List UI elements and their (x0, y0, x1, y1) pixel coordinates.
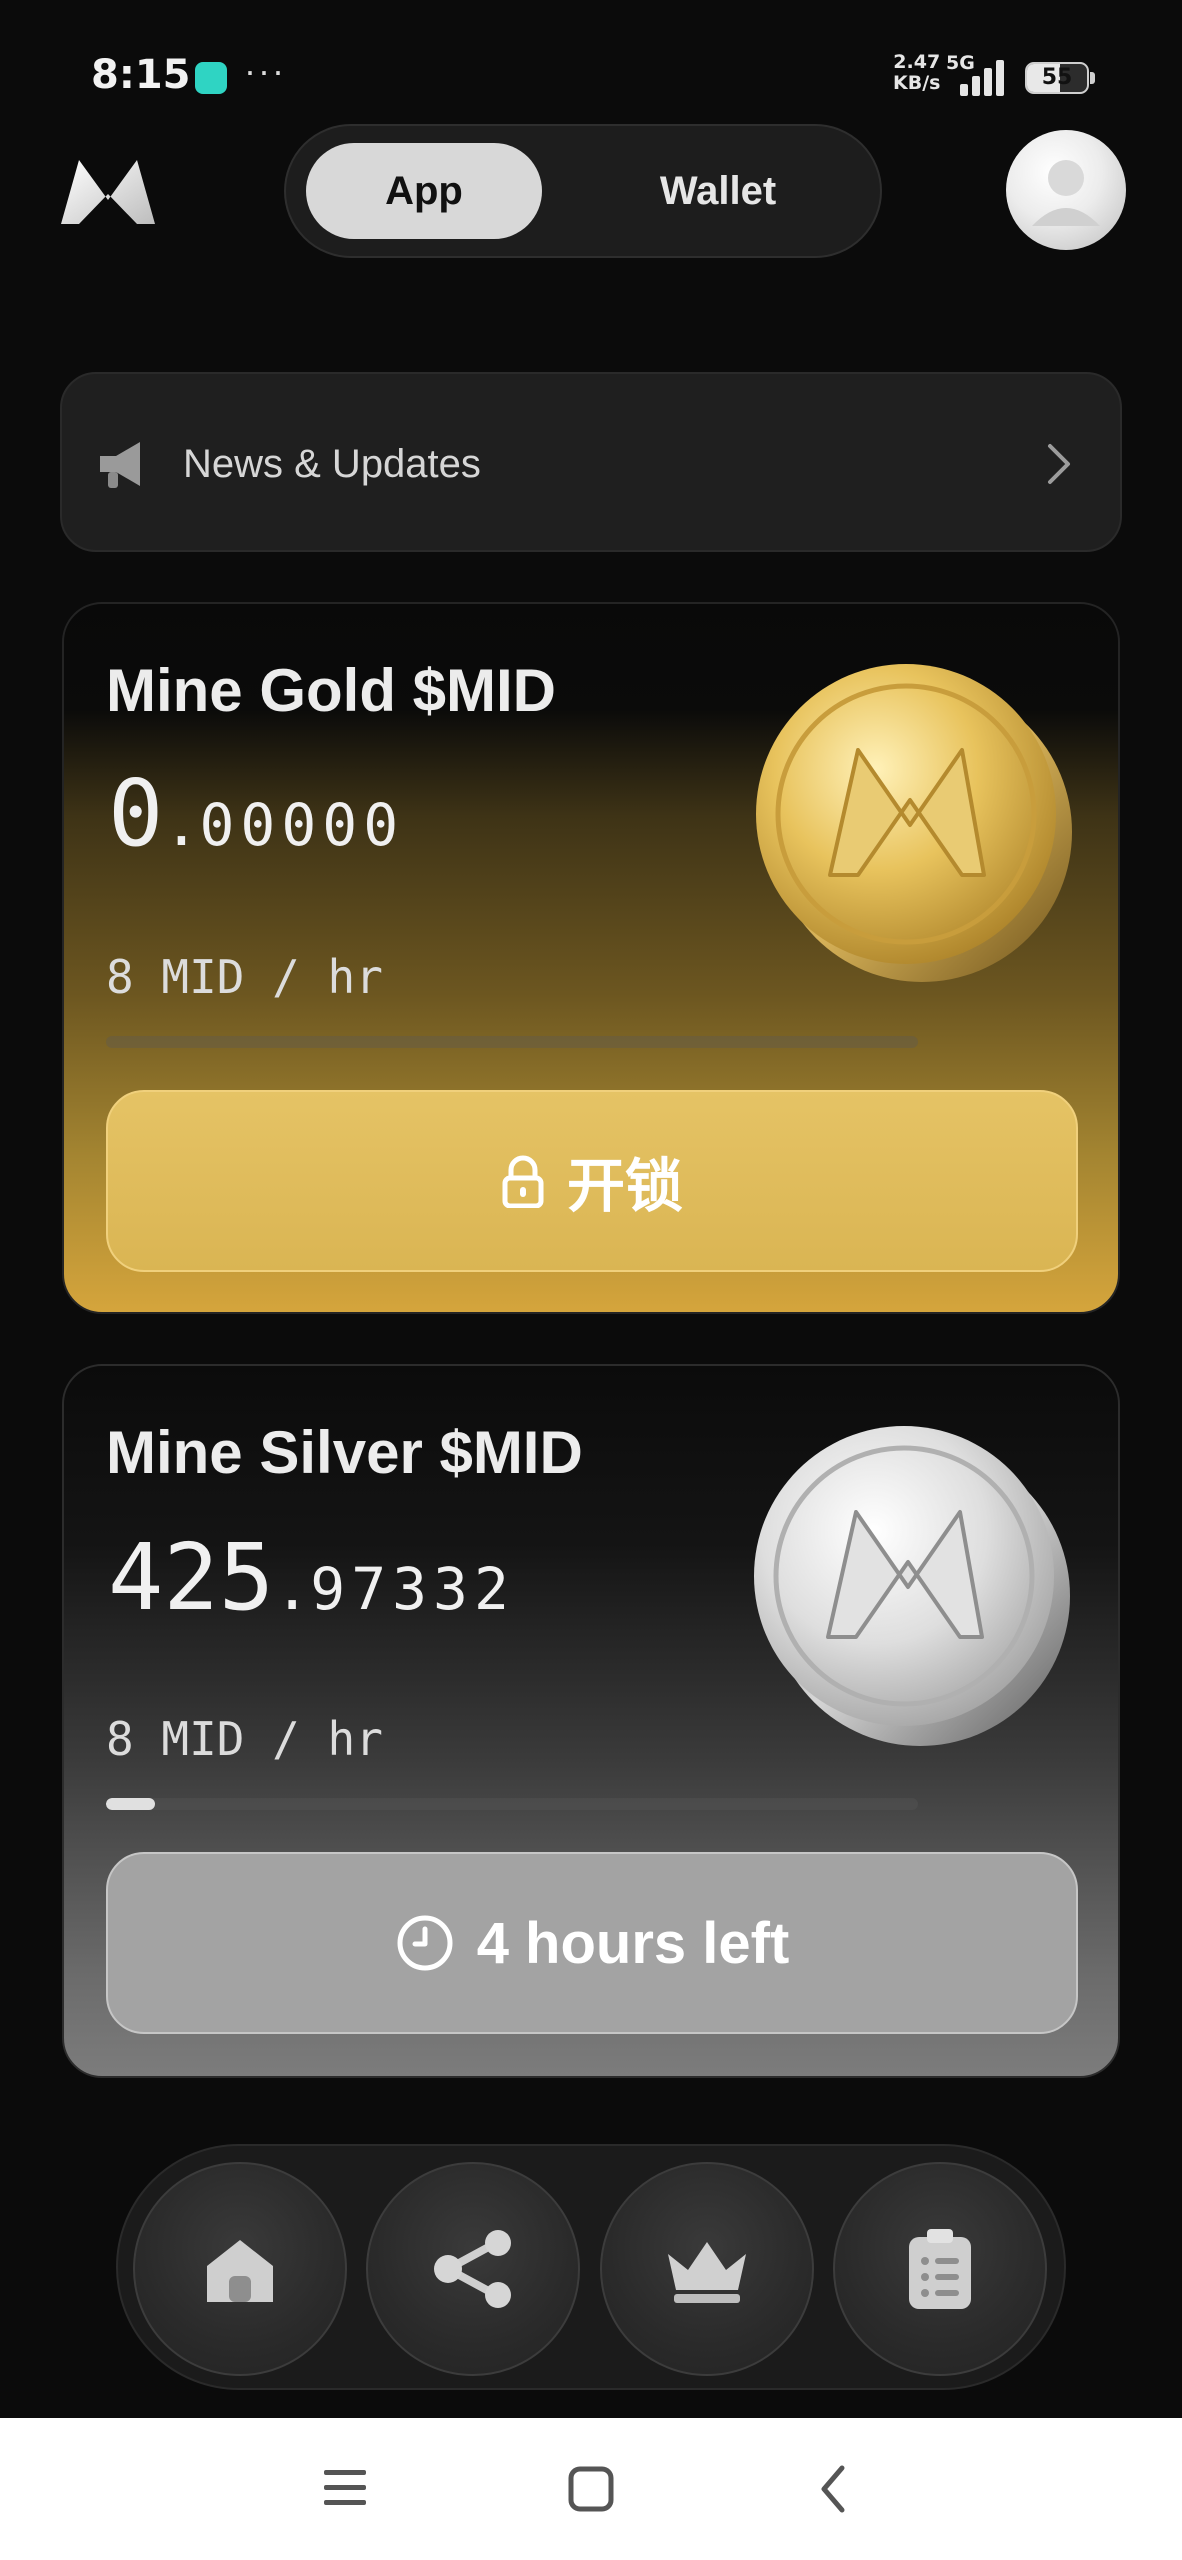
network-speed-unit: KB/s (893, 72, 941, 94)
news-label: News & Updates (183, 442, 481, 486)
gold-balance-integer: 0 (108, 760, 164, 867)
signal-icon (960, 60, 1004, 96)
time-left-label: 4 hours left (476, 1910, 790, 1976)
tab-app[interactable]: App (306, 143, 542, 239)
clock-icon (397, 1915, 453, 1971)
gold-mining-rate: 8 MID / hr (106, 950, 383, 1004)
megaphone-icon (100, 442, 140, 488)
unlock-button[interactable]: 开锁 (106, 1090, 1078, 1272)
shopping-bag-icon (195, 62, 227, 94)
gold-coin-icon (756, 664, 1072, 982)
home-square-icon[interactable] (568, 2466, 614, 2512)
nav-share-button[interactable] (366, 2162, 580, 2376)
silver-balance-point: . (274, 1554, 311, 1624)
silver-card-title: Mine Silver $MID (106, 1419, 583, 1486)
clipboard-icon (909, 2229, 971, 2309)
back-icon[interactable] (818, 2464, 848, 2514)
status-time: 8:15 (91, 52, 191, 98)
mid-logo-icon[interactable] (55, 154, 161, 230)
silver-mining-rate: 8 MID / hr (106, 1712, 383, 1766)
silver-progress-fill (106, 1798, 155, 1810)
share-icon (434, 2230, 511, 2308)
battery-level: 55 (1041, 65, 1073, 90)
silver-progress-bar (106, 1798, 918, 1810)
chevron-right-icon[interactable] (1044, 442, 1074, 486)
gold-balance-decimals: 00000 (199, 791, 405, 859)
network-speed: 2.47 KB/s (893, 52, 940, 94)
menu-icon[interactable] (322, 2466, 368, 2510)
avatar[interactable] (1006, 130, 1126, 250)
nav-leaderboard-button[interactable] (600, 2162, 814, 2376)
battery-cap (1090, 72, 1095, 84)
network-speed-value: 2.47 (893, 51, 941, 73)
gold-balance: 0 . 00000 (108, 760, 404, 867)
battery-icon: 55 (1025, 62, 1089, 94)
time-left-button[interactable]: 4 hours left (106, 1852, 1078, 2034)
gold-progress-bar (106, 1036, 918, 1048)
more-notifications-icon: ··· (244, 50, 286, 91)
gold-balance-point: . (163, 790, 200, 860)
silver-coin-icon (754, 1426, 1070, 1746)
lock-icon (502, 1155, 544, 1208)
user-avatar-icon (1032, 160, 1100, 226)
unlock-button-label: 开锁 (566, 1154, 683, 1219)
silver-balance-decimals: 97332 (310, 1555, 515, 1623)
nav-tasks-button[interactable] (833, 2162, 1047, 2376)
nav-home-button[interactable] (133, 2162, 347, 2376)
silver-balance-integer: 425 (108, 1524, 275, 1631)
crown-icon (668, 2242, 746, 2303)
home-icon (207, 2240, 273, 2302)
tab-wallet[interactable]: Wallet (590, 143, 846, 239)
silver-balance: 425 . 97332 (108, 1524, 515, 1631)
gold-card-title: Mine Gold $MID (106, 657, 556, 724)
